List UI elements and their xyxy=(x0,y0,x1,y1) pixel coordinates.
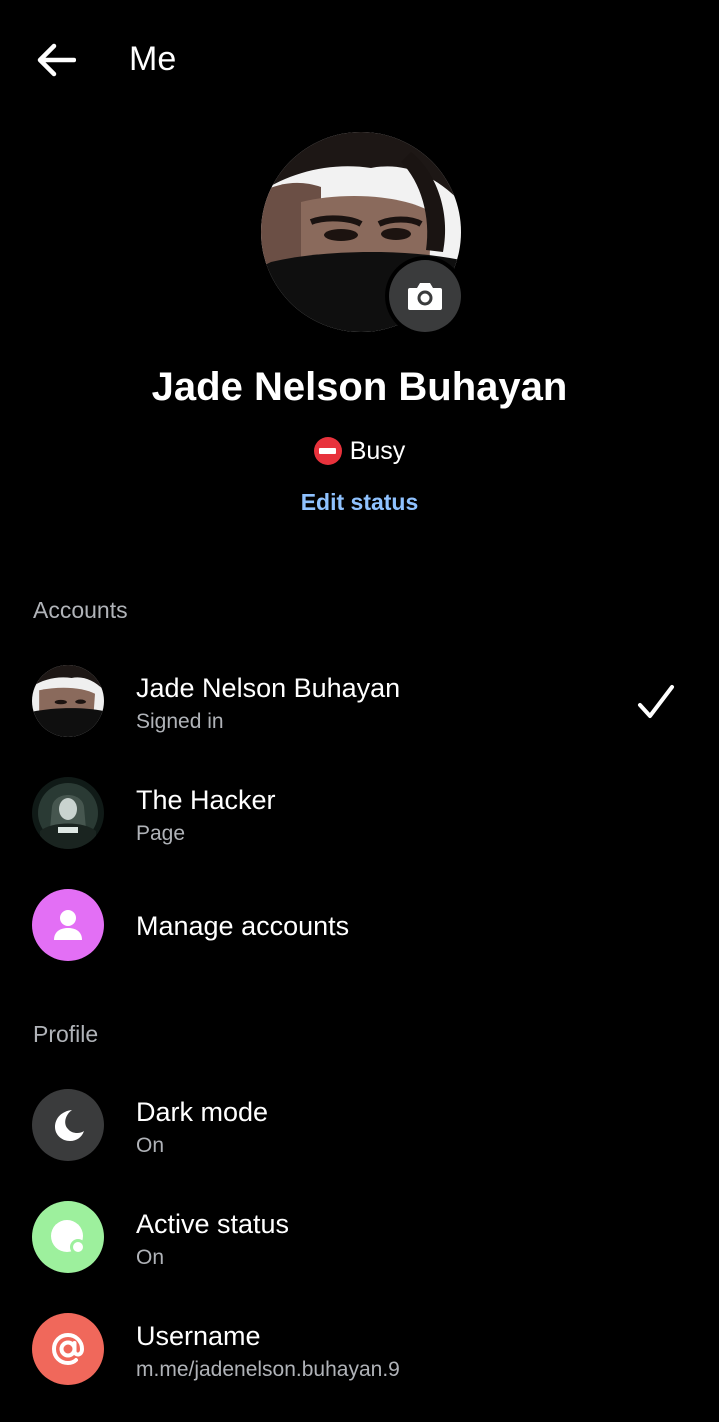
edit-status-link[interactable]: Edit status xyxy=(0,486,719,518)
username-value: m.me/jadenelson.buhayan.9 xyxy=(136,1358,400,1381)
username-icon-circle xyxy=(32,1313,104,1385)
account-subtitle: Page xyxy=(136,822,186,845)
arrow-left-icon xyxy=(37,43,76,77)
moon-icon xyxy=(55,1110,84,1141)
status-text: Busy xyxy=(349,437,406,465)
account-avatar xyxy=(32,665,104,737)
active-status-item[interactable]: Active status On xyxy=(0,1187,719,1287)
page-avatar xyxy=(32,777,104,849)
account-item-jade[interactable]: Jade Nelson Buhayan Signed in xyxy=(0,651,719,751)
manage-accounts-label: Manage accounts xyxy=(136,911,350,941)
account-name: The Hacker xyxy=(136,785,276,815)
profile-section-label: Profile xyxy=(33,1021,99,1047)
person-icon xyxy=(54,910,82,940)
top-bar: Me xyxy=(0,0,719,118)
dark-mode-icon-circle xyxy=(32,1089,104,1161)
page-title: Me xyxy=(129,40,177,78)
manage-accounts-item[interactable]: Manage accounts xyxy=(0,875,719,975)
at-sign-icon xyxy=(51,1332,85,1366)
change-photo-button[interactable] xyxy=(385,256,465,336)
profile-picture-container xyxy=(261,132,465,336)
person-icon-circle xyxy=(32,889,104,961)
active-status-icon-circle xyxy=(32,1201,104,1273)
username-item[interactable]: Username m.me/jadenelson.buhayan.9 xyxy=(0,1299,719,1399)
account-name: Jade Nelson Buhayan xyxy=(136,673,401,703)
checkmark-icon xyxy=(638,685,674,718)
account-item-hacker[interactable]: The Hacker Page xyxy=(0,763,719,863)
account-subtitle: Signed in xyxy=(136,710,224,733)
dark-mode-item[interactable]: Dark mode On xyxy=(0,1075,719,1175)
do-not-disturb-icon xyxy=(313,437,342,465)
active-status-icon xyxy=(51,1220,86,1255)
status-row: Busy xyxy=(0,434,719,468)
dark-mode-value: On xyxy=(136,1134,165,1157)
active-status-label: Active status xyxy=(136,1209,290,1239)
username-label: Username xyxy=(136,1321,261,1351)
back-button[interactable] xyxy=(30,36,82,84)
active-status-value: On xyxy=(136,1246,165,1269)
accounts-section-label: Accounts xyxy=(33,597,128,623)
camera-icon xyxy=(408,283,442,310)
dark-mode-label: Dark mode xyxy=(136,1097,269,1127)
profile-name: Jade Nelson Buhayan xyxy=(151,365,568,409)
